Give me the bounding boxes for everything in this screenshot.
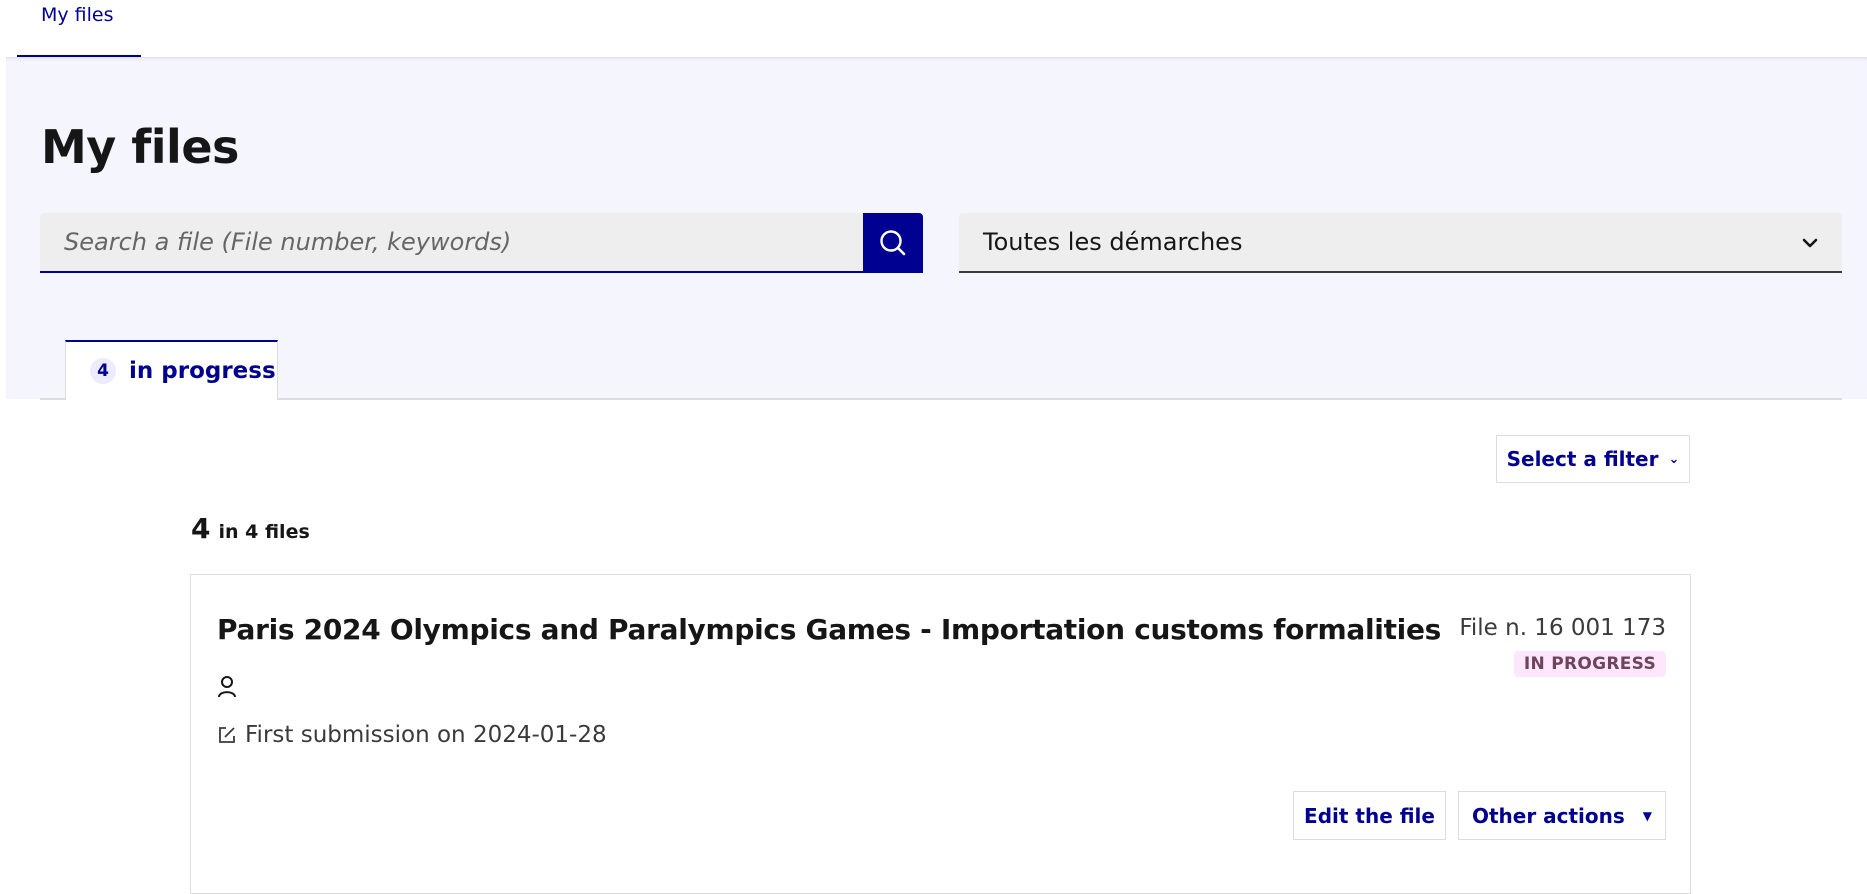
search-button[interactable] [863, 213, 923, 273]
file-number: File n. 16 001 173 [1459, 615, 1666, 641]
user-icon [218, 676, 236, 698]
top-navigation: My files [0, 0, 1867, 57]
caret-down-icon: ▼ [1642, 808, 1653, 823]
nav-tab-my-files[interactable]: My files [17, 0, 141, 57]
filter-label: Select a filter [1506, 447, 1659, 471]
submission-text: First submission on 2024-01-28 [245, 722, 607, 748]
tab-count-badge: 4 [90, 358, 116, 384]
results-count-number: 4 [191, 512, 211, 545]
submission-date: First submission on 2024-01-28 [217, 722, 607, 748]
nav-tab-label: My files [41, 4, 114, 26]
search-bar [40, 213, 923, 273]
tab-label: in progress [129, 358, 276, 384]
edit-box-icon [219, 727, 235, 743]
edit-file-button[interactable]: Edit the file [1293, 791, 1446, 840]
file-title: Paris 2024 Olympics and Paralympics Game… [217, 613, 1442, 646]
page-title: My files [41, 120, 239, 174]
edit-file-label: Edit the file [1304, 803, 1435, 828]
chevron-down-icon: ⌄ [1668, 451, 1680, 467]
file-card: Paris 2024 Olympics and Paralympics Game… [190, 574, 1691, 894]
chevron-down-icon [1802, 238, 1818, 248]
status-badge: IN PROGRESS [1513, 651, 1666, 677]
tab-in-progress[interactable]: 4 in progress [65, 340, 278, 400]
other-actions-button[interactable]: Other actions ▼ [1458, 791, 1666, 840]
search-input[interactable] [40, 213, 863, 273]
results-count: 4 in 4 files [191, 512, 310, 545]
tabs-divider [40, 398, 1842, 400]
other-actions-label: Other actions [1471, 803, 1625, 828]
procedure-select-value: Toutes les démarches [983, 228, 1243, 256]
results-count-summary: in 4 files [218, 521, 310, 543]
search-icon [880, 230, 906, 256]
procedure-select[interactable]: Toutes les démarches [959, 213, 1842, 273]
select-filter-button[interactable]: Select a filter ⌄ [1496, 435, 1690, 483]
